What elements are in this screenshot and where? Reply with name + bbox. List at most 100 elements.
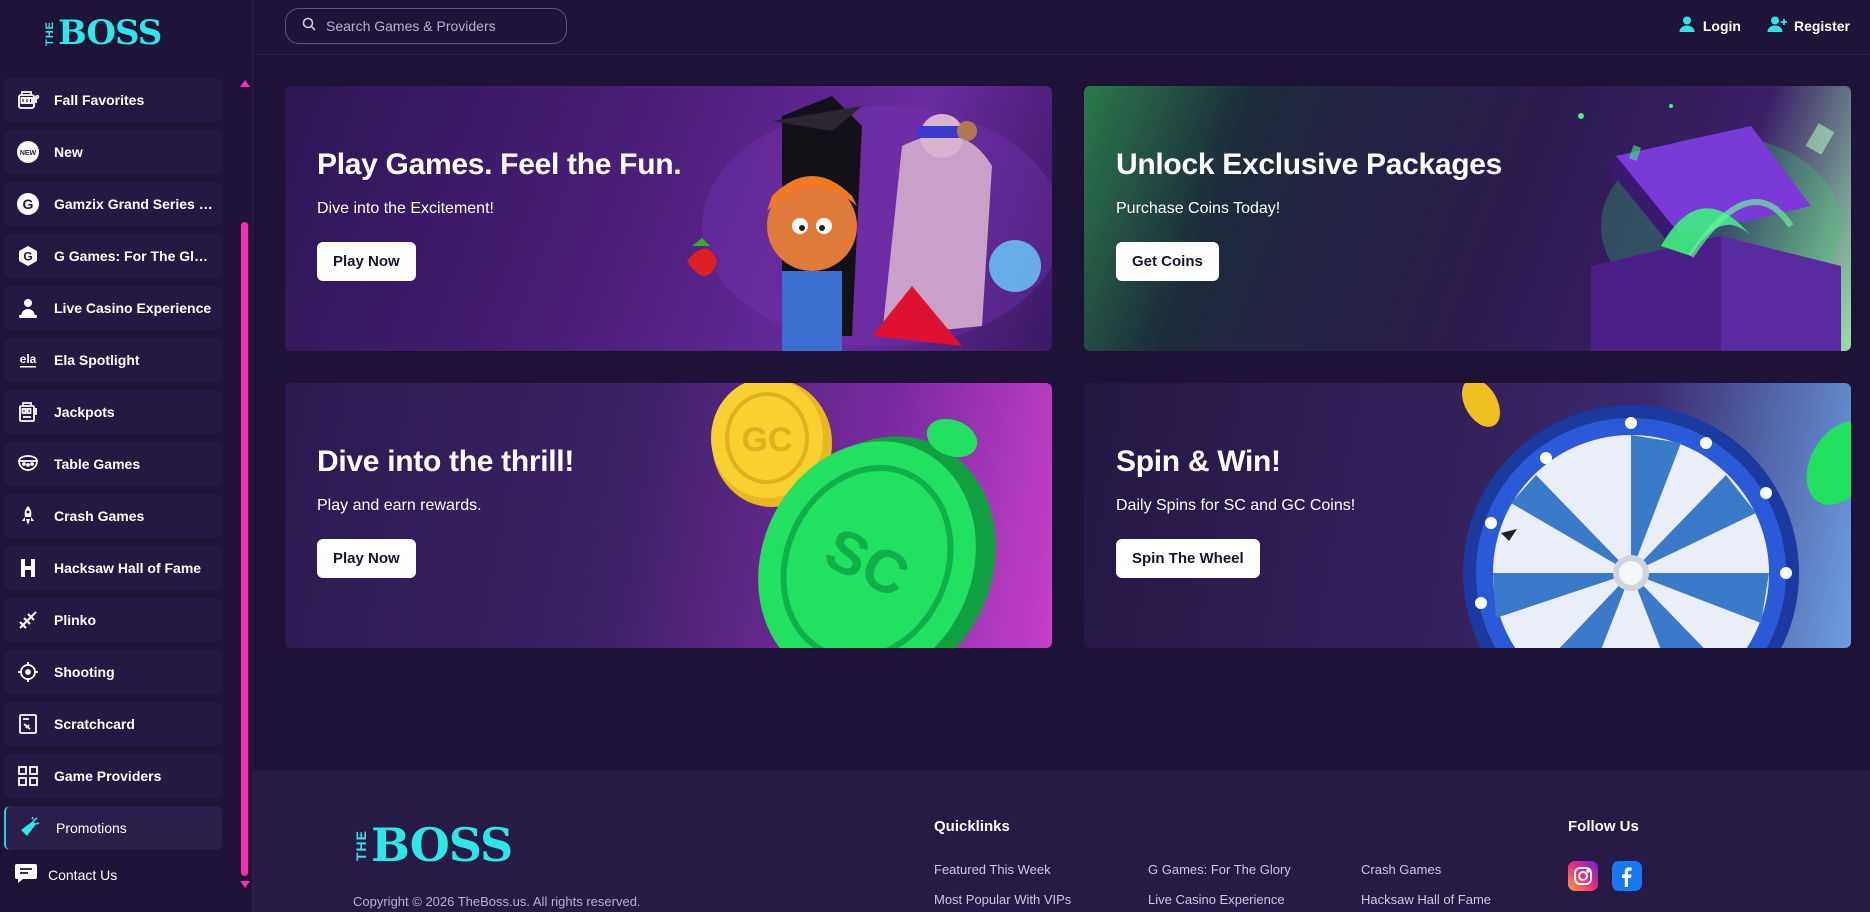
banner-text: Play Games. Feel the Fun. Dive into the … (317, 148, 682, 281)
sidebar-item-hacksaw[interactable]: Hacksaw Hall of Fame (4, 546, 222, 590)
logo-boss: BOSS (371, 818, 513, 872)
crosshair-icon (14, 658, 42, 686)
banner-spin-win[interactable]: Spin & Win! Daily Spins for SC and GC Co… (1084, 383, 1851, 648)
sidebar-scrollbar[interactable] (240, 80, 250, 888)
coins-illustration: GC SC (711, 383, 996, 648)
footer-logo[interactable]: THE BOSS (353, 818, 513, 872)
quicklink-g-games[interactable]: G Games: For The Glory (1148, 862, 1291, 877)
svg-text:G: G (23, 250, 32, 264)
quicklink-live-casino[interactable]: Live Casino Experience (1148, 892, 1285, 907)
banner-subtitle: Daily Spins for SC and GC Coins! (1116, 497, 1356, 514)
sidebar-item-scratchcard[interactable]: Scratchcard (4, 702, 222, 746)
sidebar-item-live-casino[interactable]: Live Casino Experience (4, 286, 222, 330)
sidebar-item-label: Live Casino Experience (54, 300, 212, 316)
banner-exclusive-packages[interactable]: Unlock Exclusive Packages Purchase Coins… (1084, 86, 1851, 351)
user-icon (1678, 15, 1696, 36)
banner-dive-thrill[interactable]: GC SC Dive into the thrill! Play and ear… (285, 383, 1052, 648)
banner-title: Spin & Win! (1116, 445, 1281, 478)
svg-text:GC: GC (742, 421, 793, 459)
auth-buttons: Login Register (1678, 15, 1850, 36)
scroll-down-arrow-icon[interactable] (240, 881, 250, 888)
logo-the: THE (44, 20, 56, 46)
user-plus-icon (1767, 15, 1787, 36)
banner-subtitle: Purchase Coins Today! (1116, 200, 1281, 217)
svg-text:G: G (23, 196, 34, 212)
sidebar-item-label: New (54, 144, 83, 160)
search-input[interactable] (326, 18, 546, 34)
sidebar-item-shooting[interactable]: Shooting (4, 650, 222, 694)
svg-text:NEW: NEW (20, 150, 37, 157)
gamzix-icon: G (14, 190, 42, 218)
banner-title: Dive into the thrill! (317, 445, 575, 478)
rocket-icon (14, 502, 42, 530)
register-button[interactable]: Register (1767, 15, 1850, 36)
app-root: THE BOSS Fall Favorites NEW New G Gamzix… (0, 0, 1870, 912)
logo-the: THE (353, 829, 369, 861)
sidebar-item-label: Gamzix Grand Series R... (54, 196, 214, 212)
copyright-text: Copyright © 2026 TheBoss.us. All rights … (353, 894, 641, 909)
search-box[interactable] (285, 8, 567, 44)
g-games-icon: G (14, 242, 42, 270)
facebook-icon[interactable] (1612, 861, 1642, 891)
sidebar-item-label: Ela Spotlight (54, 352, 140, 368)
logo-wrap: THE BOSS (0, 0, 252, 66)
sidebar-item-label: Scratchcard (54, 716, 135, 732)
quicklinks-title: Quicklinks (934, 818, 1010, 835)
sidebar-item-new[interactable]: NEW New (4, 130, 222, 174)
quicklink-hacksaw[interactable]: Hacksaw Hall of Fame (1361, 892, 1491, 907)
instagram-icon[interactable] (1568, 861, 1598, 891)
banner-subtitle: Play and earn rewards. (317, 497, 482, 514)
ela-icon: ela (14, 346, 42, 374)
scrollbar-thumb[interactable] (241, 222, 248, 876)
sidebar-item-label: Promotions (56, 820, 127, 836)
sidebar-item-ela-spotlight[interactable]: ela Ela Spotlight (4, 338, 222, 382)
megaphone-icon (16, 814, 44, 842)
contact-us-label: Contact Us (48, 866, 118, 883)
follow-us-title: Follow Us (1568, 818, 1639, 835)
quicklink-most-popular[interactable]: Most Popular With VIPs (934, 892, 1071, 907)
sidebar-item-label: Plinko (54, 612, 97, 628)
banner-subtitle: Dive into the Excitement! (317, 200, 494, 217)
play-now-button[interactable]: Play Now (317, 242, 416, 281)
hacksaw-icon (14, 554, 42, 582)
sidebar-item-label: Hacksaw Hall of Fame (54, 560, 202, 576)
svg-text:ela: ela (20, 352, 37, 366)
banner-title: Unlock Exclusive Packages (1116, 148, 1503, 181)
jackpot-icon (14, 398, 42, 426)
prize-wheel-illustration (1462, 383, 1851, 648)
sidebar-item-table-games[interactable]: Table Games (4, 442, 222, 486)
sidebar-item-g-games[interactable]: G G Games: For The Glory (4, 234, 222, 278)
sidebar-item-promotions[interactable]: Promotions (4, 806, 222, 850)
sidebar-item-label: G Games: For The Glory (54, 248, 214, 264)
play-now-button[interactable]: Play Now (317, 539, 416, 578)
sidebar-item-crash-games[interactable]: Crash Games (4, 494, 222, 538)
banner-text: Unlock Exclusive Packages Purchase Coins… (1116, 148, 1502, 281)
characters-illustration (687, 96, 1052, 351)
sidebar-item-label: Table Games (54, 456, 141, 472)
banner-play-games[interactable]: Play Games. Feel the Fun. Dive into the … (285, 86, 1052, 351)
sidebar-nav: Fall Favorites NEW New G Gamzix Grand Se… (4, 78, 222, 858)
sidebar-item-jackpots[interactable]: Jackpots (4, 390, 222, 434)
contact-us-link[interactable]: Contact Us (14, 862, 117, 887)
login-button[interactable]: Login (1678, 15, 1741, 36)
spin-the-wheel-button[interactable]: Spin The Wheel (1116, 539, 1260, 578)
sidebar-item-plinko[interactable]: Plinko (4, 598, 222, 642)
sidebar: THE BOSS Fall Favorites NEW New G Gamzix… (0, 0, 253, 912)
register-label: Register (1793, 17, 1850, 34)
slot-machine-icon (14, 86, 42, 114)
quicklink-crash-games[interactable]: Crash Games (1361, 862, 1441, 877)
sidebar-item-gamzix[interactable]: G Gamzix Grand Series R... (4, 182, 222, 226)
get-coins-button[interactable]: Get Coins (1116, 242, 1219, 281)
quicklink-featured[interactable]: Featured This Week (934, 862, 1051, 877)
table-games-icon (14, 450, 42, 478)
plinko-icon (14, 606, 42, 634)
sidebar-item-game-providers[interactable]: Game Providers (4, 754, 222, 798)
scroll-up-arrow-icon[interactable] (240, 80, 250, 87)
sidebar-item-fall-favorites[interactable]: Fall Favorites (4, 78, 222, 122)
treasure-box-illustration (1578, 104, 1841, 351)
brand-logo[interactable]: THE BOSS (44, 13, 162, 53)
scratchcard-icon (14, 710, 42, 738)
sidebar-item-label: Crash Games (54, 508, 145, 524)
logo-boss: BOSS (58, 13, 162, 53)
sidebar-item-label: Game Providers (54, 768, 162, 784)
